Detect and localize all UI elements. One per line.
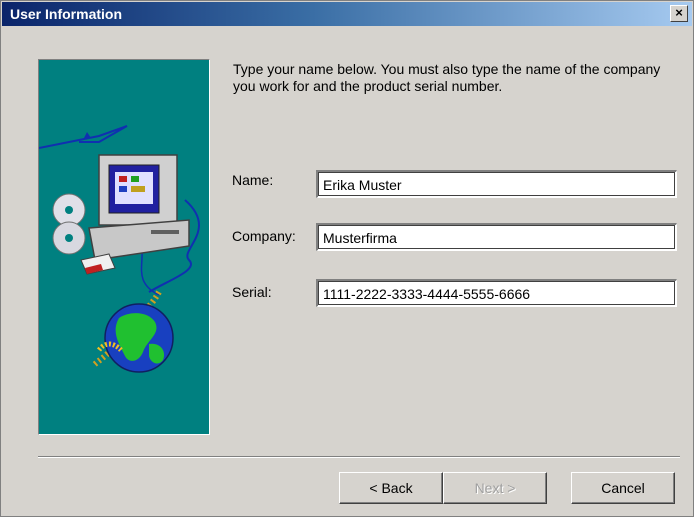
title-bar[interactable]: User Information × [2,2,692,26]
company-label: Company: [232,228,296,244]
instruction-text: Type your name below. You must also type… [233,61,661,94]
next-button[interactable]: Next > [443,472,547,504]
window-title: User Information [10,6,123,22]
setup-illustration [38,59,210,435]
serial-input[interactable] [316,279,677,307]
company-input[interactable] [316,223,677,251]
computer-globe-illustration-icon [39,125,200,373]
serial-label: Serial: [232,284,272,300]
close-icon: × [675,5,683,20]
close-button[interactable]: × [670,5,688,22]
cancel-button[interactable]: Cancel [571,472,675,504]
name-input[interactable] [316,170,677,198]
button-separator [38,456,680,458]
user-information-dialog: User Information × Type your name below.… [0,0,694,517]
back-button[interactable]: < Back [339,472,443,504]
name-label: Name: [232,172,274,188]
